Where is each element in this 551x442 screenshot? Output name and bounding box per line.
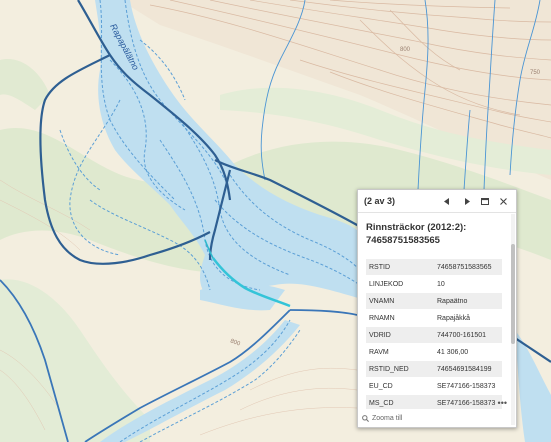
attribute-value: SE747166-158373 <box>434 377 502 395</box>
scrollbar-thumb[interactable] <box>511 244 515 344</box>
dock-icon[interactable] <box>478 194 492 208</box>
attribute-key: VDRID <box>366 326 434 344</box>
magnifier-icon <box>362 414 369 422</box>
popup-title: Rinnsträckor (2012:2): 74658751583565 <box>366 222 467 246</box>
attribute-value: Rapajåkkå <box>434 309 502 327</box>
attribute-row: LINJEKOD 10 <box>366 275 502 293</box>
attribute-row: EU_CD SE747166-158373 <box>366 377 502 395</box>
chevron-left-icon[interactable] <box>440 194 454 208</box>
chevron-right-icon[interactable] <box>460 194 474 208</box>
attribute-row: RSTID 74658751583565 <box>366 259 502 276</box>
popup-content: Rinnsträckor (2012:2): 74658751583565 RS… <box>358 213 510 427</box>
feature-popup: (2 av 3) Rinnsträckor (2012:2): 74658751… <box>357 189 517 428</box>
contour-label-1: 800 <box>400 47 411 53</box>
close-icon[interactable] <box>496 194 510 208</box>
attribute-row: RAVM 41 306,00 <box>366 343 502 361</box>
more-options-icon[interactable]: ••• <box>498 398 507 408</box>
attribute-value: 744700-161501 <box>434 326 502 344</box>
attribute-key: RSTID <box>366 259 434 276</box>
attribute-key: RSTID_NED <box>366 360 434 378</box>
contour-label-2: 750 <box>530 70 541 76</box>
feature-counter: (2 av 3) <box>364 196 396 206</box>
attribute-value: 74658751583565 <box>434 259 502 276</box>
attribute-row: RNAMN Rapajåkkå <box>366 309 502 327</box>
attribute-table: RSTID 74658751583565 LINJEKOD 10 VNAMN Rapaät… <box>366 259 502 412</box>
popup-footer: Zooma till <box>358 409 510 427</box>
attribute-key: EU_CD <box>366 377 434 395</box>
zoom-to-link[interactable]: Zooma till <box>372 415 402 422</box>
attribute-key: RAVM <box>366 343 434 361</box>
attribute-row: RSTID_NED 74654691584199 <box>366 360 502 378</box>
attribute-value: 10 <box>434 275 502 293</box>
attribute-key: RNAMN <box>366 309 434 327</box>
attribute-row: VDRID 744700-161501 <box>366 326 502 344</box>
attribute-value: 74654691584199 <box>434 360 502 378</box>
attribute-value: 41 306,00 <box>434 343 502 361</box>
attribute-key: VNAMN <box>366 292 434 310</box>
popup-scrollbar[interactable] <box>511 214 515 425</box>
attribute-key: LINJEKOD <box>366 275 434 293</box>
attribute-value: Rapaätno <box>434 292 502 310</box>
attribute-row: VNAMN Rapaätno <box>366 292 502 310</box>
popup-header: (2 av 3) <box>358 190 516 213</box>
